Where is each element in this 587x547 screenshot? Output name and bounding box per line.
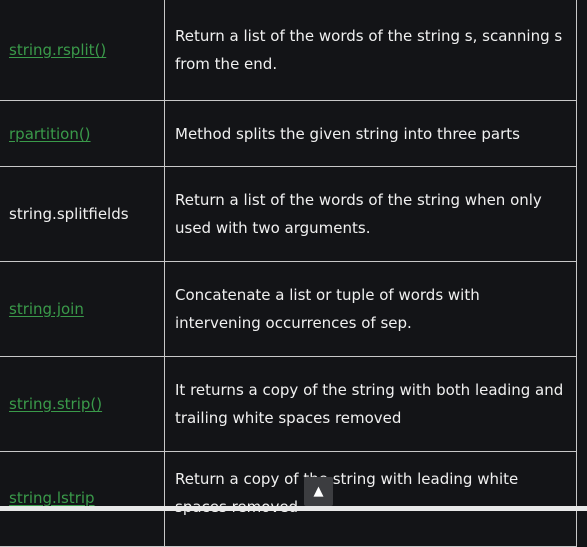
method-name-cell: string.join xyxy=(0,261,165,357)
method-name-cell: rpartition() xyxy=(0,100,165,167)
method-description: Concatenate a list or tuple of words wit… xyxy=(164,261,577,357)
methods-table: string.rsplit() Return a list of the wor… xyxy=(0,0,577,547)
method-link[interactable]: string.join xyxy=(9,300,84,318)
method-name-cell: string.strip() xyxy=(0,356,165,452)
table-row: string.splitfields Return a list of the … xyxy=(0,166,577,262)
method-name: string.splitfields xyxy=(9,205,129,223)
method-description: Return a list of the words of the string… xyxy=(164,0,577,101)
method-description: Return a copy of the string with leading… xyxy=(164,451,577,547)
method-link[interactable]: string.rsplit() xyxy=(9,41,106,59)
method-link[interactable]: string.lstrip xyxy=(9,489,95,507)
method-description: Method splits the given string into thre… xyxy=(164,100,577,167)
method-link[interactable]: rpartition() xyxy=(9,125,91,143)
scroll-to-top-button[interactable]: ▲ xyxy=(304,477,333,506)
table-row: rpartition() Method splits the given str… xyxy=(0,100,577,167)
table-row: string.join Concatenate a list or tuple … xyxy=(0,261,577,357)
method-description: Return a list of the words of the string… xyxy=(164,166,577,262)
method-name-cell: string.rsplit() xyxy=(0,0,165,101)
method-name-cell: string.lstrip xyxy=(0,451,165,547)
table-row: string.rsplit() Return a list of the wor… xyxy=(0,0,577,101)
method-name-cell: string.splitfields xyxy=(0,166,165,262)
arrow-up-icon: ▲ xyxy=(313,484,324,499)
method-link[interactable]: string.strip() xyxy=(9,395,102,413)
method-description: It returns a copy of the string with bot… xyxy=(164,356,577,452)
table-row: string.strip() It returns a copy of the … xyxy=(0,356,577,452)
bottom-bar xyxy=(0,506,587,511)
table-row: string.lstrip Return a copy of the strin… xyxy=(0,451,577,547)
